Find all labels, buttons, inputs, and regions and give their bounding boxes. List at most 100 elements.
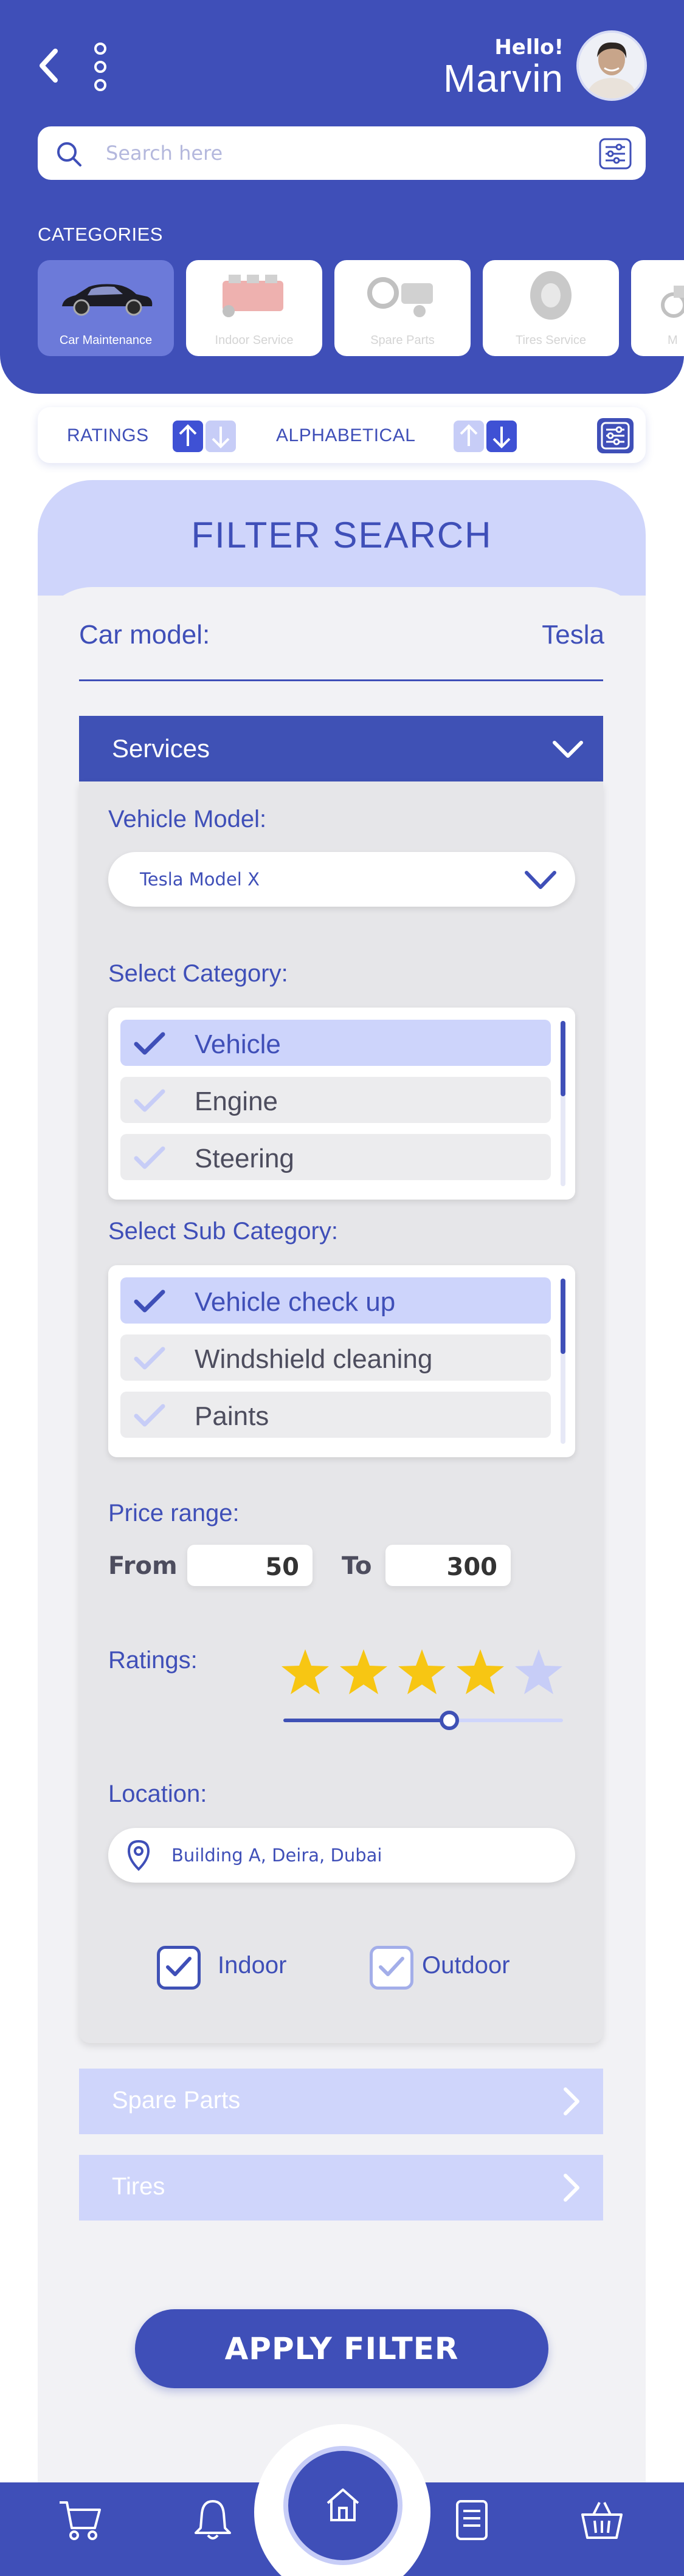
sort-ratings-label: RATINGS (67, 425, 149, 445)
cart-button[interactable] (57, 2498, 103, 2546)
spare-parts-accordion[interactable]: Spare Parts (79, 2069, 603, 2134)
search-filter-button[interactable] (598, 137, 632, 170)
chevron-down-icon (525, 871, 556, 889)
sliders-icon (597, 418, 634, 453)
tire-icon (530, 271, 572, 320)
category-card-more[interactable]: M (631, 260, 684, 356)
scrollbar[interactable] (561, 1279, 565, 1444)
category-label: Car Maintenance (59, 334, 153, 347)
user-name: Marvin (443, 57, 564, 100)
slider-handle[interactable] (439, 1711, 459, 1730)
arrow-up-icon (460, 424, 478, 446)
price-range-label: Price range: (108, 1500, 240, 1527)
engine-icon (223, 275, 283, 317)
list-item-label: Steering (195, 1144, 294, 1173)
tires-title: Tires (112, 2173, 165, 2200)
check-icon (134, 1290, 165, 1313)
star-icon[interactable] (338, 1647, 389, 1698)
category-card-spare-parts[interactable]: Spare Parts (334, 260, 471, 356)
car-model-label: Car model: (79, 620, 210, 650)
vehicle-model-label: Vehicle Model: (108, 806, 267, 833)
rating-slider[interactable] (283, 1711, 563, 1730)
chevron-right-icon (564, 2087, 579, 2115)
arrow-down-icon (212, 427, 230, 448)
sort-alpha-desc-button[interactable] (486, 421, 517, 452)
rating-stars[interactable] (280, 1647, 572, 1702)
services-accordion-header[interactable]: Services (79, 716, 603, 781)
spare-parts-icon (367, 277, 433, 317)
list-item-label: Vehicle (195, 1029, 281, 1059)
cart-icon (60, 2501, 101, 2540)
list-item[interactable]: Windshield cleaning (120, 1334, 551, 1381)
outdoor-label: Outdoor (422, 1952, 510, 1979)
list-item[interactable]: Vehicle (120, 1020, 551, 1066)
avatar[interactable] (576, 30, 647, 101)
atv-icon (661, 286, 684, 318)
home-button[interactable] (288, 2451, 398, 2560)
check-icon (134, 1089, 165, 1112)
indoor-label: Indoor (218, 1952, 287, 1979)
sliders-icon (599, 138, 632, 170)
search-input[interactable] (106, 140, 556, 167)
categories-carousel: Car Maintenance Indoor Service Spare Par… (38, 260, 684, 356)
home-icon (326, 2488, 359, 2521)
category-card-indoor-service[interactable]: Indoor Service (186, 260, 322, 356)
category-listbox[interactable]: Vehicle Engine Steering (108, 1008, 575, 1200)
notifications-button[interactable] (190, 2498, 236, 2546)
price-from-input[interactable]: 50 (187, 1545, 313, 1586)
divider (79, 679, 603, 681)
document-icon (456, 2500, 488, 2540)
arrow-down-icon (492, 427, 511, 448)
price-from-label: From (108, 1552, 178, 1580)
car-model-value[interactable]: Tesla (542, 620, 604, 650)
header: Hello! Marvin CATEGOR (0, 0, 684, 394)
price-from-value: 50 (265, 1553, 299, 1581)
back-button[interactable] (33, 44, 63, 88)
location-input[interactable]: Building A, Deira, Dubai (108, 1828, 575, 1883)
arrow-up-icon (179, 424, 197, 446)
sort-alpha-asc-button[interactable] (454, 421, 484, 452)
list-item-label: Paints (195, 1401, 269, 1431)
filter-toggle-button[interactable] (596, 417, 635, 455)
list-item[interactable]: Steering (120, 1134, 551, 1180)
category-label: Indoor Service (215, 334, 294, 347)
category-label: M (668, 334, 678, 347)
category-card-car-maintenance[interactable]: Car Maintenance (38, 260, 174, 356)
list-item[interactable]: Engine (120, 1077, 551, 1123)
kebab-menu-icon (94, 43, 106, 91)
sort-ratings-desc-button[interactable] (206, 421, 236, 452)
car-icon (62, 284, 153, 316)
orders-button[interactable] (449, 2498, 495, 2546)
chevron-right-icon (564, 2174, 579, 2202)
category-card-tires-service[interactable]: Tires Service (483, 260, 619, 356)
vehicle-model-value: Tesla Model X (140, 869, 260, 890)
outdoor-checkbox[interactable] (370, 1946, 413, 1990)
star-icon[interactable] (396, 1647, 447, 1698)
scrollbar[interactable] (561, 1021, 565, 1186)
search-bar[interactable] (38, 126, 646, 180)
check-icon (166, 1957, 192, 1976)
vehicle-model-select[interactable]: Tesla Model X (108, 852, 575, 907)
location-value: Building A, Deira, Dubai (171, 1845, 382, 1866)
apply-filter-button[interactable]: APPLY FILTER (135, 2309, 548, 2388)
check-icon (379, 1957, 404, 1976)
list-item[interactable]: Paints (120, 1392, 551, 1438)
select-category-label: Select Category: (108, 960, 288, 987)
bell-icon (195, 2500, 231, 2540)
subcategory-listbox[interactable]: Vehicle check up Windshield cleaning Pai… (108, 1265, 575, 1457)
check-icon (134, 1146, 165, 1169)
basket-button[interactable] (579, 2498, 625, 2546)
services-accordion-body: Vehicle Model: Tesla Model X Select Cate… (79, 781, 603, 2043)
more-options-button[interactable] (91, 43, 109, 91)
star-icon[interactable] (280, 1647, 331, 1698)
ratings-label: Ratings: (108, 1647, 198, 1674)
list-item[interactable]: Vehicle check up (120, 1277, 551, 1324)
star-icon[interactable] (513, 1647, 564, 1698)
star-icon[interactable] (455, 1647, 506, 1698)
price-to-input[interactable]: 300 (385, 1545, 511, 1586)
basket-icon (581, 2502, 623, 2539)
sort-ratings-asc-button[interactable] (173, 421, 203, 452)
indoor-checkbox[interactable] (157, 1946, 201, 1990)
tires-accordion[interactable]: Tires (79, 2155, 603, 2221)
check-icon (134, 1404, 165, 1427)
